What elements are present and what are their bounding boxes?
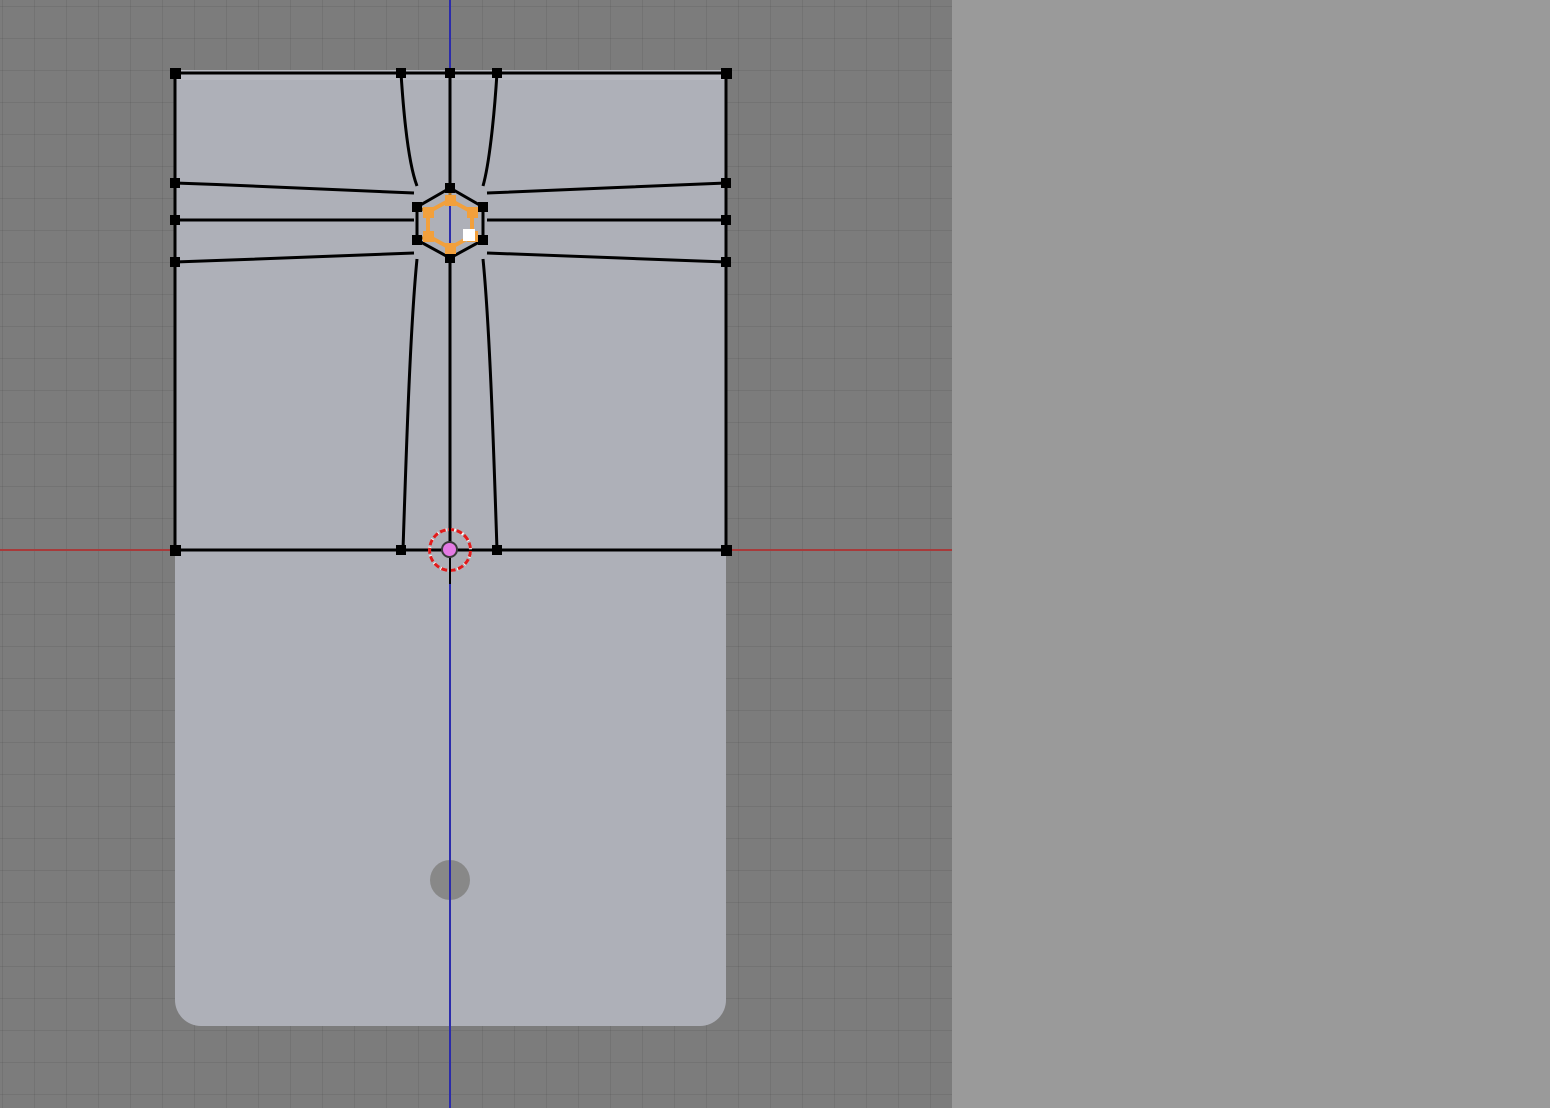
3d-viewport[interactable] xyxy=(0,0,952,1108)
object-origin xyxy=(441,541,458,558)
right-editors-column: 1' x 1' Plane Add Modifier M xyxy=(952,0,1550,1108)
blender-window: 1' x 1' Plane Add Modifier M xyxy=(0,0,1550,1108)
